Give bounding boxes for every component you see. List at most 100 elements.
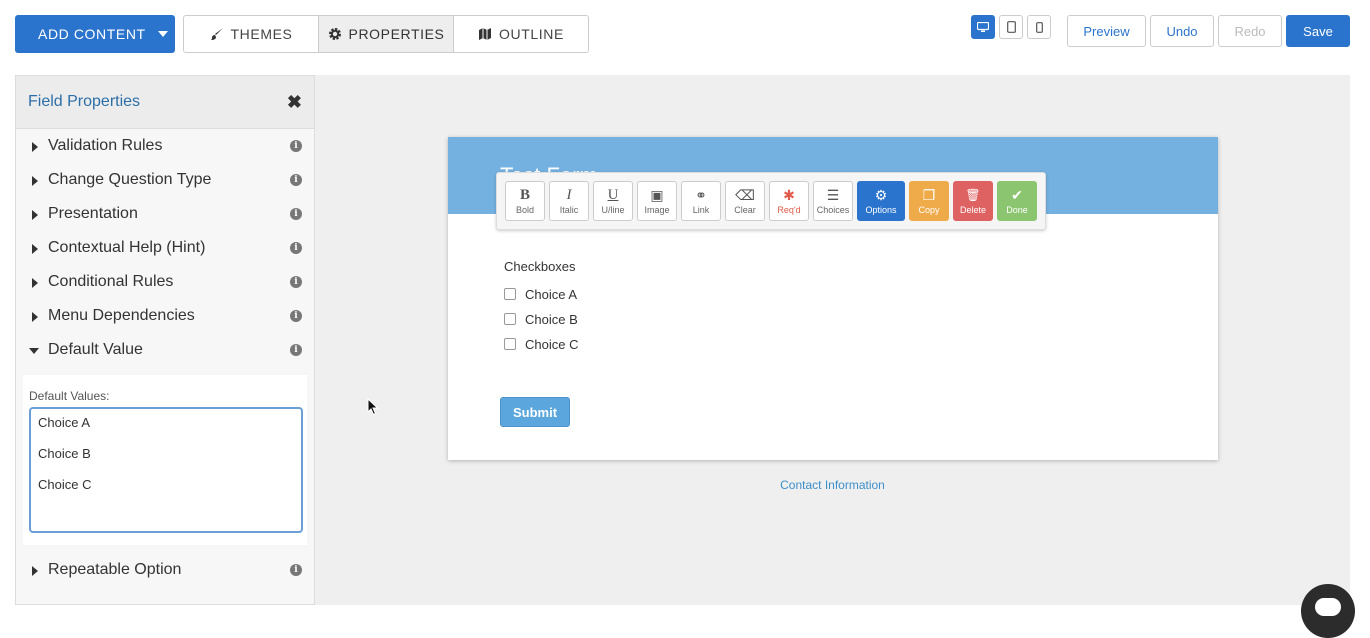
section-label: Presentation [48, 205, 138, 222]
info-icon[interactable]: i [290, 174, 302, 186]
chat-icon [1315, 598, 1341, 616]
section-conditional-rules[interactable]: Conditional Rules i [16, 265, 314, 299]
tab-properties-label: PROPERTIES [348, 26, 445, 42]
submit-button[interactable]: Submit [500, 397, 570, 427]
question-label: Checkboxes [504, 259, 576, 274]
section-label: Conditional Rules [48, 273, 174, 290]
default-value-line: Choice C [38, 477, 92, 492]
chevron-right-icon [32, 244, 38, 254]
default-value-line: Choice A [38, 415, 91, 430]
italic-button[interactable]: I Italic [549, 181, 589, 221]
required-button[interactable]: ✱ Req'd [769, 181, 809, 221]
info-icon[interactable]: i [290, 310, 302, 322]
section-label: Menu Dependencies [48, 307, 195, 324]
link-label: Link [692, 205, 710, 215]
desktop-icon [977, 21, 989, 32]
mouse-cursor-icon [367, 398, 379, 416]
panel-title: Field Properties [28, 93, 141, 110]
copy-label: Copy [918, 205, 940, 215]
section-repeatable-option[interactable]: Repeatable Option i [16, 553, 314, 587]
undo-button[interactable]: Undo [1150, 15, 1214, 47]
underline-label: U/line [601, 205, 625, 215]
phone-view-button[interactable] [1027, 15, 1051, 39]
trash-icon: 🗑 [965, 188, 981, 202]
panel-header: Field Properties ✖ [16, 76, 314, 129]
check-icon: ✔ [1011, 187, 1023, 203]
checkbox[interactable] [504, 288, 516, 300]
info-icon[interactable]: i [290, 276, 302, 288]
chevron-right-icon [32, 210, 38, 220]
done-button[interactable]: ✔ Done [997, 181, 1037, 221]
tab-properties[interactable]: PROPERTIES [319, 16, 454, 52]
default-values-textarea[interactable]: Choice A Choice B Choice C [29, 407, 303, 533]
section-contextual-help[interactable]: Contextual Help (Hint) i [16, 231, 314, 265]
choice-option[interactable]: Choice C [504, 335, 578, 353]
underline-icon: U [607, 187, 619, 203]
default-values-label: Default Values: [29, 389, 110, 403]
section-presentation[interactable]: Presentation i [16, 197, 314, 231]
section-label: Change Question Type [48, 171, 212, 188]
chevron-right-icon [32, 278, 38, 288]
redo-button[interactable]: Redo [1218, 15, 1282, 47]
info-icon[interactable]: i [290, 208, 302, 220]
default-value-line: Choice B [38, 446, 91, 461]
tab-outline-label: OUTLINE [499, 26, 564, 42]
section-label: Repeatable Option [48, 561, 182, 578]
chat-widget-button[interactable] [1301, 584, 1355, 638]
section-label: Contextual Help (Hint) [48, 239, 206, 256]
clear-label: Clear [734, 205, 756, 215]
image-icon: ▣ [650, 187, 664, 203]
close-icon[interactable]: ✖ [287, 93, 302, 111]
required-label: Req'd [777, 205, 801, 215]
choice-option[interactable]: Choice B [504, 310, 578, 328]
top-toolbar: ADD CONTENT THEMES PROPERTIES OUTLINE Pr… [0, 0, 1370, 66]
info-icon[interactable]: i [290, 344, 302, 356]
gear-icon: ⚙ [874, 187, 888, 203]
chevron-right-icon [32, 312, 38, 322]
asterisk-icon: ✱ [783, 187, 795, 203]
info-icon[interactable]: i [290, 242, 302, 254]
device-switcher [971, 15, 1051, 39]
info-icon[interactable]: i [290, 140, 302, 152]
chevron-right-icon [32, 142, 38, 152]
italic-icon: I [566, 187, 572, 203]
choice-label: Choice C [525, 336, 579, 352]
list-icon: ☰ [826, 187, 840, 203]
caret-down-icon [157, 31, 168, 37]
bold-button[interactable]: B Bold [505, 181, 545, 221]
section-change-question-type[interactable]: Change Question Type i [16, 163, 314, 197]
tablet-icon [1006, 21, 1016, 33]
chevron-down-icon [29, 348, 39, 354]
save-button[interactable]: Save [1286, 15, 1350, 47]
section-label: Default Value [48, 341, 143, 358]
desktop-view-button[interactable] [971, 15, 995, 39]
add-content-button[interactable]: ADD CONTENT [15, 15, 175, 53]
section-validation-rules[interactable]: Validation Rules i [16, 129, 314, 163]
section-menu-dependencies[interactable]: Menu Dependencies i [16, 299, 314, 333]
options-button[interactable]: ⚙ Options [857, 181, 905, 221]
delete-button[interactable]: 🗑 Delete [953, 181, 993, 221]
mode-tabs: THEMES PROPERTIES OUTLINE [183, 15, 589, 53]
info-icon[interactable]: i [290, 564, 302, 576]
section-default-value[interactable]: Default Value i [16, 333, 314, 367]
brush-icon [210, 28, 223, 40]
tab-themes[interactable]: THEMES [184, 16, 319, 52]
bold-label: Bold [515, 205, 534, 215]
link-button[interactable]: ⚭ Link [681, 181, 721, 221]
copy-button[interactable]: ❐ Copy [909, 181, 949, 221]
choices-button[interactable]: ☰ Choices [813, 181, 853, 221]
tablet-view-button[interactable] [999, 15, 1023, 39]
default-value-body: Default Values: Choice A Choice B Choice… [23, 375, 307, 545]
tab-outline[interactable]: OUTLINE [454, 16, 588, 52]
copy-icon: ❐ [922, 187, 936, 203]
clear-button[interactable]: ⌫ Clear [725, 181, 765, 221]
checkbox[interactable] [504, 313, 516, 325]
checkbox[interactable] [504, 338, 516, 350]
contact-information-link[interactable]: Contact Information [760, 478, 905, 492]
underline-button[interactable]: U U/line [593, 181, 633, 221]
image-button[interactable]: ▣ Image [637, 181, 677, 221]
map-icon [479, 28, 492, 40]
preview-button[interactable]: Preview [1067, 15, 1146, 47]
choice-option[interactable]: Choice A [504, 285, 577, 303]
done-label: Done [1006, 205, 1028, 215]
